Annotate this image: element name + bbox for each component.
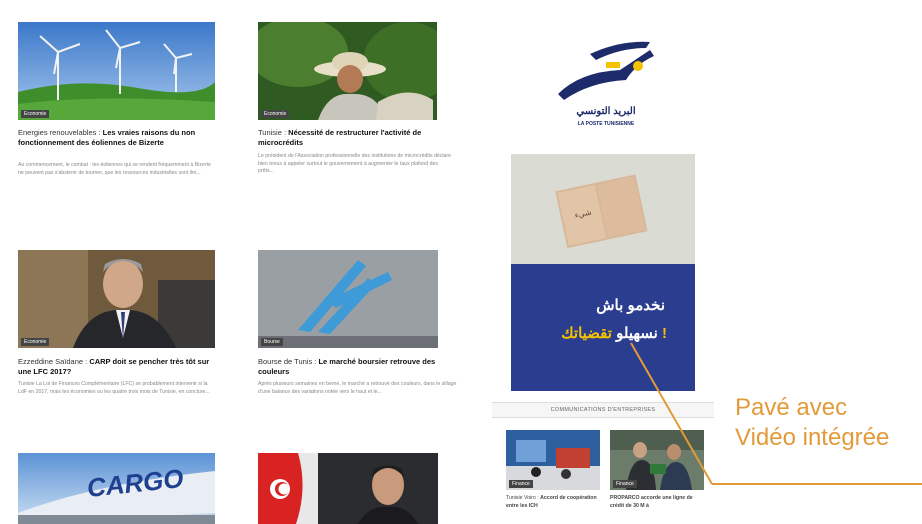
annotation-label: Pavé avec Vidéo intégrée <box>735 394 890 451</box>
